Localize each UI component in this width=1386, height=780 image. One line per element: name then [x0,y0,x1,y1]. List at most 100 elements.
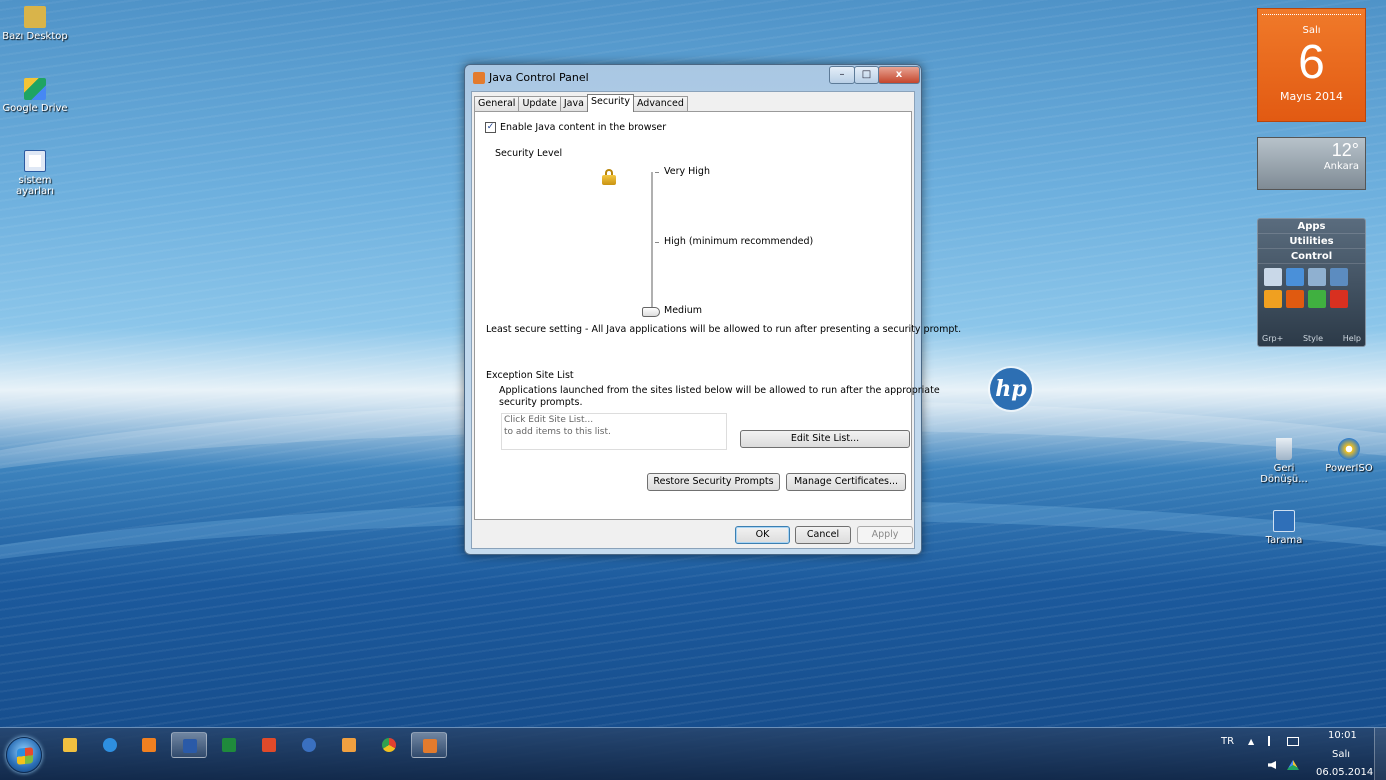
clock-time[interactable]: 10:01 [1328,730,1357,741]
clock-date[interactable]: 06.05.2014 [1316,767,1373,778]
checkbox-box[interactable]: ✓ [485,122,496,133]
clock-day[interactable]: Salı [1332,749,1350,760]
language-indicator[interactable]: TR [1221,736,1234,747]
taskbar-excel[interactable] [211,732,247,758]
show-desktop-button[interactable] [1374,728,1386,780]
desktop-icon-poweriso[interactable]: PowerISO [1314,438,1384,474]
exception-site-list-title: Exception Site List [486,370,574,381]
taskbar-internet-explorer[interactable] [92,732,128,758]
tab-update[interactable]: Update [518,96,561,112]
folder-icon [63,738,77,752]
desktop-icon-sistem-ayarlari[interactable]: sistem ayarları [0,150,70,197]
gadget-row-control[interactable]: Control [1258,249,1365,264]
apply-button[interactable]: Apply [857,526,913,544]
desktop-icon-label: sistem [18,175,52,186]
taskbar-explorer[interactable] [52,732,88,758]
recorder-icon [342,738,356,752]
taskbar-foxit[interactable] [251,732,287,758]
shutdown-icon[interactable] [1330,290,1348,308]
minimize-button[interactable]: – [829,66,855,84]
power-icon[interactable] [1286,290,1304,308]
gadget-footer-grp[interactable]: Grp+ [1262,334,1283,343]
desktop-icon-label: Bazı Desktop [2,31,68,42]
manage-certificates-button[interactable]: Manage Certificates... [786,473,906,491]
taskbar-chrome[interactable] [371,732,407,758]
start-button[interactable] [6,737,42,773]
notepad-icon[interactable] [1330,268,1348,286]
gadget-footer: Grp+ Style Help [1262,334,1361,343]
security-level-slider-thumb[interactable] [642,307,660,317]
folder-icon [24,6,46,28]
lock-icon[interactable] [1264,290,1282,308]
restore-security-prompts-button[interactable]: Restore Security Prompts [647,473,780,491]
media-player-icon [142,738,156,752]
close-button[interactable]: x [878,66,920,84]
desktop-icon-label: ayarları [15,186,55,197]
desktop-icon-label: Tarama [1265,535,1303,546]
java-icon [473,72,485,84]
calendar-day-name: Salı [1302,25,1321,36]
checkbox-label: Enable Java content in the browser [500,122,667,133]
show-hidden-icons-button[interactable]: ▲ [1248,737,1254,746]
gadget-footer-help[interactable]: Help [1343,334,1361,343]
gadget-footer-style[interactable]: Style [1303,334,1323,343]
exception-site-list[interactable]: Click Edit Site List... to add items to … [501,413,727,450]
recycle-icon[interactable] [1264,268,1282,286]
taskbar-media-player[interactable] [131,732,167,758]
cancel-button[interactable]: Cancel [795,526,851,544]
drive-icon[interactable] [1286,268,1304,286]
taskbar-java-control-panel[interactable] [411,732,447,758]
maximize-button[interactable]: □ [854,66,879,84]
level-medium[interactable]: Medium [664,305,702,316]
taskbar-word[interactable] [171,732,207,758]
gadget-icon-grid [1258,264,1365,312]
site-list-placeholder: to add items to this list. [504,427,611,437]
network-icon[interactable] [1287,737,1299,746]
desktop-icon-recycle-bin[interactable]: Geri Dönüşü... [1249,438,1319,485]
level-high[interactable]: High (minimum recommended) [664,236,813,247]
sleep-icon[interactable] [1308,290,1326,308]
gadget-row-apps[interactable]: Apps [1258,219,1365,234]
tab-advanced[interactable]: Advanced [632,96,688,112]
ok-button[interactable]: OK [735,526,790,544]
internet-explorer-icon [103,738,117,752]
calendar-gadget[interactable]: Salı 6 Mayıs 2014 [1257,8,1366,122]
desktop-icon-label: Geri [1273,463,1295,474]
globe-icon [302,738,316,752]
word-icon [183,739,197,753]
desktop-icon-label: PowerISO [1325,463,1373,474]
recycle-bin-icon [1276,438,1292,460]
apps-gadget[interactable]: Apps Utilities Control Grp+ Style Help [1257,218,1366,347]
level-very-high[interactable]: Very High [664,166,710,177]
google-drive-icon [24,78,46,100]
action-center-flag-icon[interactable] [1268,736,1278,746]
tab-strip: General Update Java Security Advanced [474,94,688,112]
taskbar-bandicam[interactable] [331,732,367,758]
desktop-icon-bazi-desktop[interactable]: Bazı Desktop [0,6,70,42]
google-drive-tray-icon[interactable] [1287,760,1299,770]
title-bar[interactable]: Java Control Panel – □ x [465,65,921,89]
volume-icon[interactable] [1268,761,1276,769]
tab-general[interactable]: General [474,96,520,112]
display-icon[interactable] [1308,268,1326,286]
gadget-row-utilities[interactable]: Utilities [1258,234,1365,249]
desktop-icon-label: Google Drive [2,103,68,114]
edit-site-list-button[interactable]: Edit Site List... [740,430,910,448]
enable-java-checkbox[interactable]: ✓ Enable Java content in the browser [485,122,666,133]
window-title: Java Control Panel [489,71,589,84]
excel-icon [222,738,236,752]
lock-icon [602,169,616,185]
desktop-icon-tarama[interactable]: Tarama [1249,510,1319,546]
taskbar-google-earth[interactable] [291,732,327,758]
desktop-icon-google-drive[interactable]: Google Drive [0,78,70,114]
calendar-rings [1262,9,1361,15]
weather-gadget[interactable]: 12° Ankara [1257,137,1366,190]
hp-logo: hp [990,368,1032,410]
weather-city: Ankara [1323,161,1359,172]
weather-temperature: 12° [1331,140,1359,160]
poweriso-icon [1338,438,1360,460]
desktop-icon-label: Dönüşü... [1260,474,1308,485]
tab-security[interactable]: Security [586,94,634,112]
security-level-slider-track[interactable] [651,172,653,312]
tab-java[interactable]: Java [559,96,588,112]
